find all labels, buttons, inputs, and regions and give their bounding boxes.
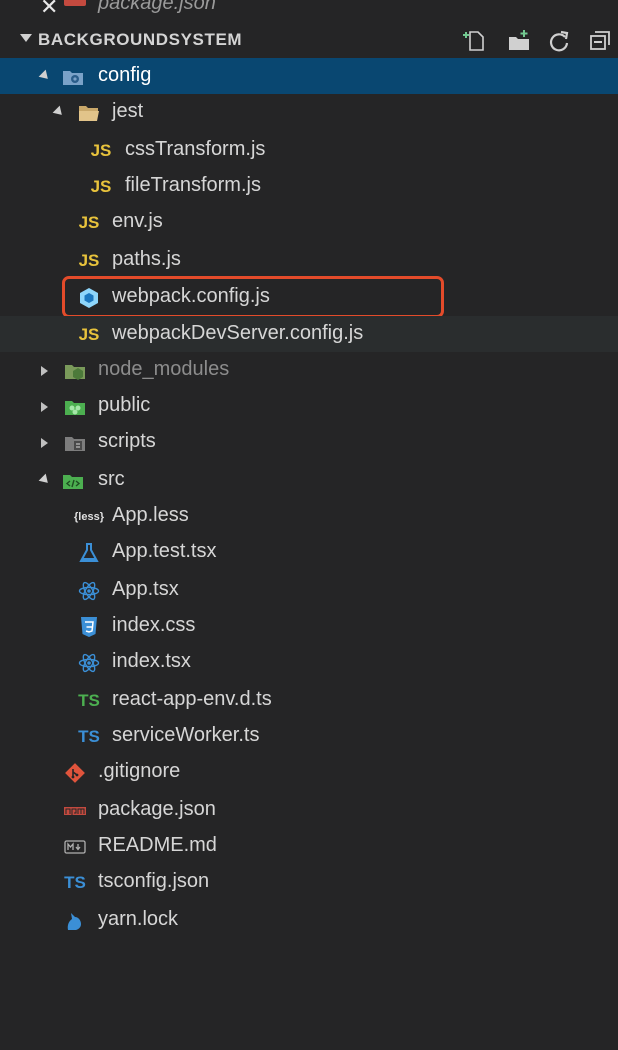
- folder-open-icon: [79, 106, 99, 121]
- partial-open-editor-row[interactable]: ✕ package.json: [0, 0, 618, 20]
- new-file-icon[interactable]: [462, 28, 488, 54]
- tree-file-webpack-devserver[interactable]: JS webpackDevServer.config.js: [0, 316, 618, 352]
- tree-label: node_modules: [98, 358, 230, 380]
- tree-label: scripts: [98, 430, 156, 452]
- tree-label: tsconfig.json: [98, 870, 210, 892]
- typescript-icon: TS: [78, 727, 100, 746]
- tree-folder-src[interactable]: src: [0, 462, 618, 498]
- tree-file-paths[interactable]: JS paths.js: [0, 242, 618, 278]
- chevron-right-icon[interactable]: [41, 438, 48, 448]
- chevron-right-icon[interactable]: [41, 366, 48, 376]
- tree-folder-config[interactable]: config: [0, 58, 618, 94]
- section-title: BACKGROUNDSYSTEM: [38, 30, 243, 49]
- tree-file-csstransform[interactable]: JS cssTransform.js: [0, 132, 618, 168]
- tree-label: index.tsx: [112, 650, 191, 672]
- tree-file-env[interactable]: JS env.js: [0, 204, 618, 240]
- tree-label: paths.js: [112, 248, 181, 270]
- tree-label: src: [98, 468, 125, 490]
- tree-folder-jest[interactable]: jest: [0, 94, 618, 130]
- config-folder-icon: [63, 71, 83, 85]
- less-icon: {less}: [74, 511, 104, 523]
- new-folder-icon[interactable]: [506, 28, 532, 54]
- highlight-annotation: [62, 276, 444, 318]
- tree-label: public: [98, 394, 151, 416]
- markdown-icon: [64, 840, 86, 854]
- tree-label: env.js: [112, 210, 163, 232]
- tree-folder-node-modules[interactable]: node_modules: [0, 352, 618, 388]
- tree-file-index-css[interactable]: index.css: [0, 608, 618, 644]
- tree-label: README.md: [98, 834, 217, 856]
- tree-folder-scripts[interactable]: scripts: [0, 424, 618, 460]
- tree-label: webpackDevServer.config.js: [112, 322, 364, 344]
- tree-label: package.json: [98, 798, 216, 820]
- git-icon: [65, 763, 85, 783]
- typescript-def-icon: TS: [78, 691, 100, 710]
- react-icon: [78, 581, 100, 601]
- tree-file-index-tsx[interactable]: index.tsx: [0, 644, 618, 680]
- scripts-folder-icon: [65, 437, 85, 451]
- tree-label: cssTransform.js: [125, 138, 266, 160]
- tree-label: index.css: [112, 614, 196, 636]
- tree-file-package-json[interactable]: package.json: [0, 792, 618, 828]
- tree-file-yarn-lock[interactable]: yarn.lock: [0, 902, 618, 938]
- tree-file-react-app-env[interactable]: TS react-app-env.d.ts: [0, 682, 618, 718]
- tsconfig-icon: TS: [64, 873, 86, 892]
- open-editor-label: package.json: [98, 0, 216, 14]
- javascript-icon: JS: [78, 325, 100, 344]
- test-flask-icon: [79, 543, 99, 562]
- tree-file-service-worker[interactable]: TS serviceWorker.ts: [0, 718, 618, 754]
- tree-label: react-app-env.d.ts: [112, 688, 272, 710]
- public-folder-icon: [65, 401, 85, 415]
- collapse-all-icon[interactable]: [588, 28, 614, 54]
- close-icon[interactable]: ✕: [40, 0, 58, 20]
- src-folder-icon: [63, 475, 83, 489]
- javascript-icon: JS: [78, 213, 100, 232]
- javascript-icon: JS: [90, 177, 112, 196]
- tree-file-filetransform[interactable]: JS fileTransform.js: [0, 168, 618, 204]
- tree-label: App.less: [112, 504, 189, 526]
- explorer-section-header[interactable]: BACKGROUNDSYSTEM: [0, 22, 618, 58]
- tree-label: jest: [112, 100, 144, 122]
- tree-label: App.test.tsx: [112, 540, 217, 562]
- chevron-down-icon[interactable]: [38, 69, 52, 83]
- tree-file-readme[interactable]: README.md: [0, 828, 618, 864]
- chevron-down-icon[interactable]: [38, 473, 52, 487]
- tree-label: yarn.lock: [98, 908, 179, 930]
- node-modules-folder-icon: [65, 365, 85, 380]
- tree-file-app-test[interactable]: App.test.tsx: [0, 534, 618, 570]
- css3-icon: [81, 617, 97, 637]
- tree-label: fileTransform.js: [125, 174, 261, 196]
- tree-label: .gitignore: [98, 760, 181, 782]
- tree-label: config: [98, 64, 152, 86]
- react-icon: [78, 653, 100, 673]
- javascript-icon: JS: [90, 141, 112, 160]
- refresh-icon[interactable]: [546, 28, 572, 54]
- javascript-icon: JS: [78, 251, 100, 270]
- tree-file-app-tsx[interactable]: App.tsx: [0, 572, 618, 608]
- npm-icon: [64, 807, 86, 815]
- chevron-down-icon[interactable]: [20, 34, 32, 42]
- tree-file-gitignore[interactable]: .gitignore: [0, 754, 618, 790]
- npm-icon: [64, 0, 86, 6]
- tree-label: App.tsx: [112, 578, 179, 600]
- tree-file-app-less[interactable]: {less} App.less: [0, 498, 618, 534]
- tree-file-tsconfig[interactable]: TS tsconfig.json: [0, 864, 618, 900]
- tree-folder-public[interactable]: public: [0, 388, 618, 424]
- tree-label: serviceWorker.ts: [112, 724, 260, 746]
- chevron-down-icon[interactable]: [52, 105, 66, 119]
- chevron-right-icon[interactable]: [41, 402, 48, 412]
- yarn-cat-icon: [67, 913, 81, 930]
